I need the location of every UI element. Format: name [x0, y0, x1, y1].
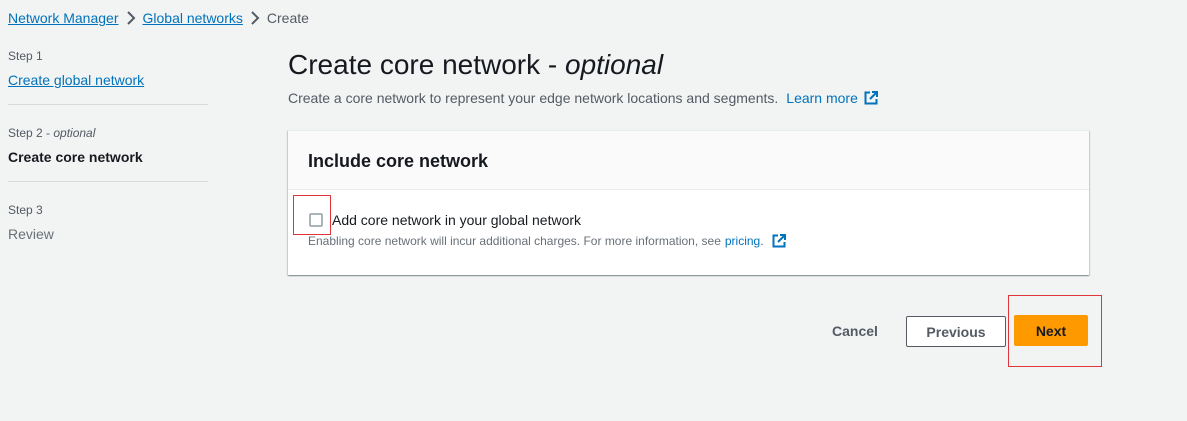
chevron-right-icon	[243, 11, 267, 25]
step-1: Step 1 Create global network	[8, 48, 208, 104]
external-link-icon[interactable]	[772, 234, 786, 248]
step-1-number: Step 1	[8, 49, 43, 63]
page: Network Manager Global networks Create S…	[0, 0, 1187, 421]
step-3: Step 3 Review	[8, 181, 208, 258]
include-core-network-panel: Include core network Add core network in…	[288, 130, 1089, 275]
core-network-option: Add core network in your global network	[308, 212, 1069, 228]
chevron-right-icon	[119, 11, 143, 25]
external-link-icon	[864, 91, 878, 105]
step-3-label: Review	[8, 226, 54, 242]
pricing-link[interactable]: pricing.	[725, 234, 764, 248]
next-button[interactable]: Next	[1014, 315, 1088, 346]
pricing-hint-text: Enabling core network will incur additio…	[308, 234, 721, 248]
main-content: Create core network - optional Create a …	[288, 46, 1088, 106]
step-2-number: Step 2 - optional	[8, 125, 208, 141]
breadcrumb-current: Create	[266, 10, 309, 26]
learn-more-label: Learn more	[786, 90, 858, 106]
previous-button[interactable]: Previous	[906, 316, 1006, 347]
page-description: Create a core network to represent your …	[288, 90, 1088, 106]
step-2: Step 2 - optional Create core network	[8, 104, 208, 181]
breadcrumb-network-manager[interactable]: Network Manager	[8, 10, 119, 26]
panel-body: Add core network in your global network …	[288, 190, 1089, 248]
step-2-number-text: Step 2 -	[8, 126, 54, 140]
wizard-steps: Step 1 Create global network Step 2 - op…	[8, 48, 208, 258]
page-description-text: Create a core network to represent your …	[288, 90, 779, 106]
cancel-button[interactable]: Cancel	[818, 316, 892, 346]
panel-header: Include core network	[288, 131, 1089, 190]
add-core-network-label[interactable]: Add core network in your global network	[332, 212, 581, 228]
pricing-hint: Enabling core network will incur additio…	[308, 234, 1069, 248]
breadcrumb: Network Manager Global networks Create	[8, 10, 309, 26]
step-2-label: Create core network	[8, 149, 143, 165]
breadcrumb-global-networks[interactable]: Global networks	[143, 10, 243, 26]
step-1-link[interactable]: Create global network	[8, 70, 144, 90]
page-title-text: Create core network -	[288, 49, 565, 80]
learn-more-link[interactable]: Learn more	[786, 90, 878, 106]
step-2-optional: optional	[53, 126, 96, 140]
panel-title: Include core network	[308, 151, 489, 171]
add-core-network-checkbox[interactable]	[309, 213, 323, 227]
page-title-optional: optional	[565, 49, 664, 80]
step-3-number: Step 3	[8, 203, 43, 217]
page-title: Create core network - optional	[288, 46, 1088, 84]
